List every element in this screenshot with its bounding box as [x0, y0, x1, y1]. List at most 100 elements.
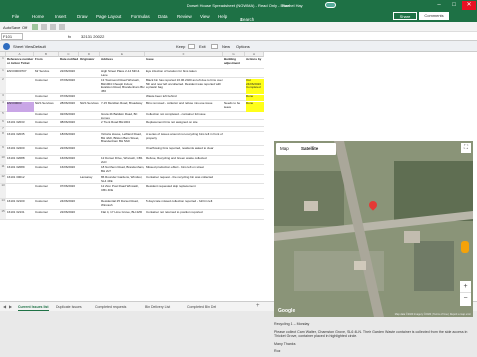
- menu-draw[interactable]: Draw: [77, 14, 88, 19]
- table-cell[interactable]: [60, 176, 79, 184]
- table-cell[interactable]: Customer: [35, 113, 59, 120]
- table-cell[interactable]: ENV00000707: [7, 70, 34, 78]
- fx-icon[interactable]: fx: [68, 34, 71, 39]
- table-cell[interactable]: [224, 200, 245, 210]
- table-cell[interactable]: [246, 185, 264, 199]
- table-cell[interactable]: Mr Service: [35, 70, 59, 78]
- header-cell[interactable]: Reference number or Action Ticket: [7, 58, 34, 65]
- header-cell[interactable]: Date notified: [60, 58, 79, 62]
- close-button[interactable]: ✕: [462, 1, 476, 10]
- undo-icon[interactable]: [41, 24, 47, 30]
- table-cell[interactable]: 16101 32100: [7, 200, 34, 210]
- table-cell[interactable]: [224, 79, 245, 94]
- table-cell[interactable]: [80, 113, 100, 120]
- menu-help[interactable]: Help: [218, 14, 227, 19]
- row-number[interactable]: 2: [0, 77, 6, 93]
- table-cell[interactable]: [224, 133, 245, 146]
- view-default[interactable]: Default: [33, 44, 46, 49]
- view-options[interactable]: Options: [236, 44, 250, 49]
- keep-checkbox[interactable]: [188, 44, 195, 49]
- view-new[interactable]: New: [222, 44, 230, 49]
- table-cell[interactable]: NHS Services: [35, 102, 59, 112]
- table-cell[interactable]: 22/06/2020: [60, 70, 79, 78]
- row-number[interactable]: 15: [0, 209, 6, 219]
- table-cell[interactable]: [246, 70, 264, 78]
- zoom-out-button[interactable]: −: [460, 292, 471, 304]
- table-cell[interactable]: [246, 176, 264, 184]
- table-cell[interactable]: Eye infection of location for bins taken: [146, 70, 223, 78]
- table-cell[interactable]: [246, 147, 264, 156]
- table-cell[interactable]: [246, 157, 264, 165]
- header-cell[interactable]: Building adjustment: [224, 58, 245, 65]
- user-name[interactable]: Rachel Hay: [282, 3, 303, 8]
- table-cell[interactable]: Overflowing bins reported, residents ask…: [146, 147, 223, 156]
- table-cell[interactable]: Customer: [35, 211, 59, 220]
- table-cell[interactable]: [224, 176, 245, 184]
- tab-prev-icon[interactable]: ◀: [2, 304, 7, 310]
- table-cell[interactable]: [80, 166, 100, 175]
- table-cell[interactable]: 16/06/2020: [60, 166, 79, 175]
- table-cell[interactable]: [224, 157, 245, 165]
- row-number[interactable]: 4: [0, 100, 6, 111]
- table-cell[interactable]: Victoria House, Leftland Road, BH 4AD, B…: [101, 133, 145, 146]
- share-button[interactable]: Share: [393, 12, 417, 20]
- table-cell[interactable]: Container request - the recycling bin wa…: [146, 176, 223, 184]
- menu-file[interactable]: File: [12, 14, 19, 19]
- row-number[interactable]: 11: [0, 164, 6, 174]
- row-number[interactable]: 12: [0, 174, 6, 183]
- table-cell[interactable]: [246, 133, 264, 146]
- table-cell[interactable]: [80, 211, 100, 220]
- table-cell[interactable]: [7, 113, 34, 120]
- table-cell[interactable]: Customer: [35, 79, 59, 94]
- table-cell[interactable]: 16101 32035: [7, 133, 34, 146]
- menu-page-layout[interactable]: Page Layout: [96, 14, 121, 19]
- row-number[interactable]: 13: [0, 183, 6, 198]
- table-cell[interactable]: 16101 30012: [7, 176, 34, 184]
- header-cell[interactable]: Actions by: [246, 58, 264, 62]
- table-cell[interactable]: [246, 113, 264, 120]
- header-cell[interactable]: Issue: [146, 58, 223, 62]
- table-cell[interactable]: [7, 79, 34, 94]
- table-cell[interactable]: [80, 157, 100, 165]
- table-cell[interactable]: Collection not completed - container lid…: [146, 113, 223, 120]
- fullscreen-icon[interactable]: ⛶: [461, 143, 471, 153]
- header-cell[interactable]: Originator: [80, 58, 100, 62]
- table-cell[interactable]: [224, 113, 245, 120]
- minimize-button[interactable]: –: [432, 1, 446, 10]
- table-cell[interactable]: 18/06/2020: [60, 133, 79, 146]
- table-cell[interactable]: Residential 25 Dorset Road, Wincash: [101, 200, 145, 210]
- table-cell[interactable]: Lansaray: [80, 176, 100, 184]
- table-cell[interactable]: [80, 147, 100, 156]
- table-cell[interactable]: Out 24/06/2020 Completed: [246, 79, 264, 94]
- row-number[interactable]: 5: [0, 111, 6, 119]
- menu-formulas[interactable]: Formulas: [131, 14, 150, 19]
- table-cell[interactable]: Container not returned to position repor…: [146, 211, 223, 220]
- exit-checkbox[interactable]: [211, 44, 218, 49]
- table-cell[interactable]: [224, 185, 245, 199]
- table-cell[interactable]: 07/06/2020: [60, 79, 79, 94]
- toggle-switch[interactable]: [325, 2, 336, 8]
- table-cell[interactable]: [80, 70, 100, 78]
- tab-current-issues[interactable]: Current Issues list: [18, 304, 49, 311]
- table-cell[interactable]: 24/06/2020: [60, 200, 79, 210]
- table-cell[interactable]: A series of issues around non-recycling …: [146, 133, 223, 146]
- table-cell[interactable]: Customer: [35, 133, 59, 146]
- table-cell[interactable]: Black bin has reported 16.06.2020 as lef…: [146, 79, 223, 94]
- header-cell[interactable]: From: [35, 58, 59, 62]
- redo-icon[interactable]: [50, 24, 56, 30]
- table-cell[interactable]: 16101 32200: [7, 147, 34, 156]
- table-cell[interactable]: Customer: [35, 200, 59, 210]
- table-cell[interactable]: Customer: [35, 185, 59, 199]
- table-cell[interactable]: Needs to be leave: [224, 102, 245, 112]
- formula-input[interactable]: 32131 20022: [81, 34, 104, 39]
- table-cell[interactable]: 28/06/2020: [60, 102, 79, 112]
- spreadsheet-grid[interactable]: A B C D E F G H 1 Reference number or Ac…: [0, 52, 264, 301]
- table-cell[interactable]: 13 Townsend Road Wincash, BH1004 Cheapit…: [101, 79, 145, 94]
- table-cell[interactable]: Resident requested skip replacement: [146, 185, 223, 199]
- customize-icon[interactable]: [59, 24, 65, 30]
- table-cell[interactable]: [224, 211, 245, 220]
- table-cell[interactable]: 16101 32088: [7, 157, 34, 165]
- table-cell[interactable]: 12 Dorset Drive, Wincash, CB1 2LD: [101, 157, 145, 165]
- table-cell[interactable]: [246, 166, 264, 175]
- table-cell[interactable]: [224, 70, 245, 78]
